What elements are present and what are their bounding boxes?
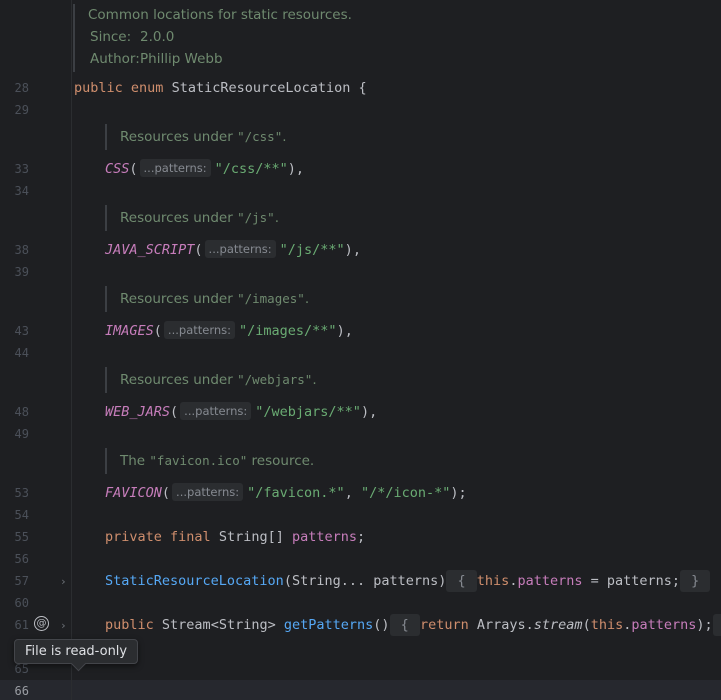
folded-block[interactable]: } xyxy=(712,614,721,636)
constant-doc: Resources under "/css". xyxy=(105,124,287,150)
doc-since: Since: 2.0.0 xyxy=(90,29,175,45)
code-line-web-jars[interactable]: WEB_JARS(...patterns: "/webjars/**"), xyxy=(105,401,377,423)
param-hint: ...patterns: xyxy=(172,483,244,501)
code-line-images[interactable]: IMAGES(...patterns: "/images/**"), xyxy=(105,320,353,342)
line-number: 53 xyxy=(14,486,29,500)
current-line-highlight xyxy=(0,680,721,700)
line-number: 48 xyxy=(14,405,29,419)
constant-doc: Resources under "/js". xyxy=(105,205,279,231)
constant-doc: The "favicon.ico" resource. xyxy=(105,448,314,474)
line-number: 43 xyxy=(14,324,29,338)
line-number: 65 xyxy=(14,662,29,676)
code-line-css[interactable]: CSS(...patterns: "/css/**"), xyxy=(105,158,304,180)
line-number: 39 xyxy=(14,265,29,279)
line-number: 38 xyxy=(14,243,29,257)
line-number: 34 xyxy=(14,184,29,198)
code-line-field[interactable]: private final String[] patterns; xyxy=(105,526,365,548)
line-number: 56 xyxy=(14,552,29,566)
doc-author: Author:Phillip Webb xyxy=(90,51,223,67)
folded-block[interactable]: } xyxy=(680,570,711,592)
line-number: 33 xyxy=(14,162,29,176)
line-number: 55 xyxy=(14,530,29,544)
doc-bar xyxy=(73,4,75,72)
line-number: 28 xyxy=(14,81,29,95)
line-number: 44 xyxy=(14,346,29,360)
fold-arrow-icon[interactable]: › xyxy=(60,619,67,632)
code-line-constructor[interactable]: StaticResourceLocation(String... pattern… xyxy=(105,570,711,592)
folded-block[interactable]: { xyxy=(446,570,477,592)
gutter-separator xyxy=(71,0,72,700)
code-line-getter[interactable]: public Stream<String> getPatterns() { re… xyxy=(105,614,721,636)
class-doc: Common locations for static resources. S… xyxy=(88,4,352,70)
line-number: 60 xyxy=(14,596,29,610)
read-only-tooltip: File is read-only xyxy=(14,639,139,664)
param-hint: ...patterns: xyxy=(204,240,276,258)
line-number: 54 xyxy=(14,508,29,522)
line-number: 49 xyxy=(14,427,29,441)
param-hint: ...patterns: xyxy=(180,402,252,420)
line-number: 57 xyxy=(14,574,29,588)
folded-block[interactable]: { xyxy=(389,614,420,636)
line-number: 66 xyxy=(14,684,29,698)
code-line-java-script[interactable]: JAVA_SCRIPT(...patterns: "/js/**"), xyxy=(105,239,361,261)
line-number: 29 xyxy=(14,103,29,117)
fold-arrow-icon[interactable]: › xyxy=(60,575,67,588)
line-number: 61 xyxy=(14,618,29,632)
at-icon[interactable]: @ xyxy=(34,616,49,631)
constant-doc: Resources under "/webjars". xyxy=(105,367,317,393)
doc-summary: Common locations for static resources. xyxy=(88,7,352,23)
param-hint: ...patterns: xyxy=(163,321,236,339)
param-hint: ...patterns: xyxy=(139,159,211,177)
constant-doc: Resources under "/images". xyxy=(105,286,309,312)
code-line-enum-decl[interactable]: public enum StaticResourceLocation { xyxy=(74,77,367,99)
code-line-favicon[interactable]: FAVICON(...patterns: "/favicon.*", "/*/ic… xyxy=(105,482,467,504)
